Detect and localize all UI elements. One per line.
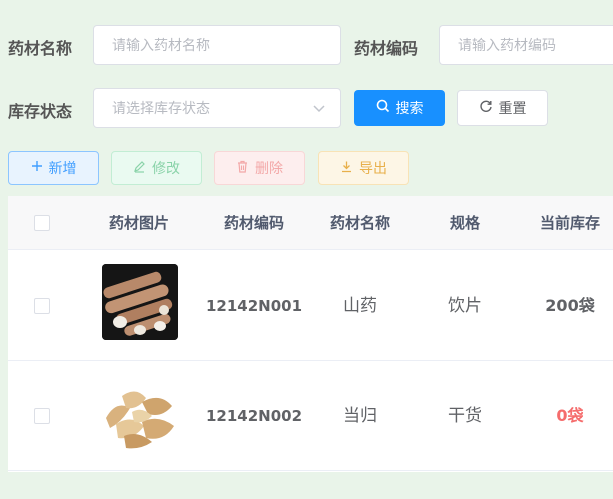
table-header: 药材图片 药材编码 药材名称 规格 当前库存 [8, 196, 613, 250]
code-label: 药材编码 [354, 39, 419, 58]
herb-code: 12142N002 [205, 407, 303, 425]
herb-spec: 饮片 [448, 296, 482, 316]
herb-stock: 0袋 [556, 406, 584, 425]
column-header-name: 药材名称 [329, 214, 390, 232]
chevron-down-icon [312, 101, 326, 119]
export-button-label: 导出 [359, 161, 387, 177]
delete-button-label: 删除 [255, 161, 283, 177]
herb-name: 山药 [343, 296, 377, 316]
name-search-input[interactable]: 请输入药材名称 [93, 25, 341, 65]
herb-spec: 干货 [448, 406, 482, 426]
pencil-icon [133, 160, 146, 177]
angelica-slices-photo [102, 378, 178, 454]
herb-table: 药材图片 药材编码 药材名称 规格 当前库存 12142N001 山药 饮片 2… [8, 196, 613, 472]
edit-button[interactable]: 修改 [111, 151, 202, 185]
refresh-icon [479, 99, 493, 117]
trash-icon [236, 160, 249, 177]
reset-button[interactable]: 重置 [457, 90, 548, 126]
name-input-placeholder: 请输入药材名称 [112, 38, 210, 54]
row-checkbox[interactable] [34, 408, 50, 424]
stock-select-placeholder: 请选择库存状态 [112, 101, 210, 117]
export-button[interactable]: 导出 [318, 151, 409, 185]
download-icon [340, 160, 353, 177]
name-label: 药材名称 [8, 39, 73, 58]
table-row[interactable]: 12142N002 当归 干货 0袋 [8, 361, 613, 471]
add-button[interactable]: 新增 [8, 151, 99, 185]
table-row[interactable]: 12142N001 山药 饮片 200袋 [8, 251, 613, 361]
code-input-placeholder: 请输入药材编码 [458, 38, 556, 54]
plus-icon [31, 160, 43, 176]
delete-button[interactable]: 删除 [214, 151, 305, 185]
search-button[interactable]: 搜索 [354, 90, 445, 126]
column-header-code: 药材编码 [223, 214, 284, 232]
search-button-label: 搜索 [395, 101, 424, 117]
edit-button-label: 修改 [152, 161, 180, 177]
code-search-input[interactable]: 请输入药材编码 [439, 25, 613, 65]
add-button-label: 新增 [48, 161, 77, 177]
select-all-checkbox[interactable] [34, 215, 50, 231]
reset-button-label: 重置 [498, 101, 527, 117]
column-header-stock: 当前库存 [539, 214, 600, 232]
herb-code: 12142N001 [205, 297, 303, 315]
column-header-image: 药材图片 [108, 214, 169, 232]
stock-status-label: 库存状态 [8, 102, 73, 121]
yam-root-photo [102, 264, 178, 340]
herb-name: 当归 [343, 406, 377, 426]
column-header-spec: 规格 [449, 214, 480, 232]
herb-stock: 200袋 [545, 296, 595, 315]
stock-status-select[interactable]: 请选择库存状态 [93, 88, 341, 128]
row-checkbox[interactable] [34, 298, 50, 314]
search-icon [376, 99, 390, 117]
